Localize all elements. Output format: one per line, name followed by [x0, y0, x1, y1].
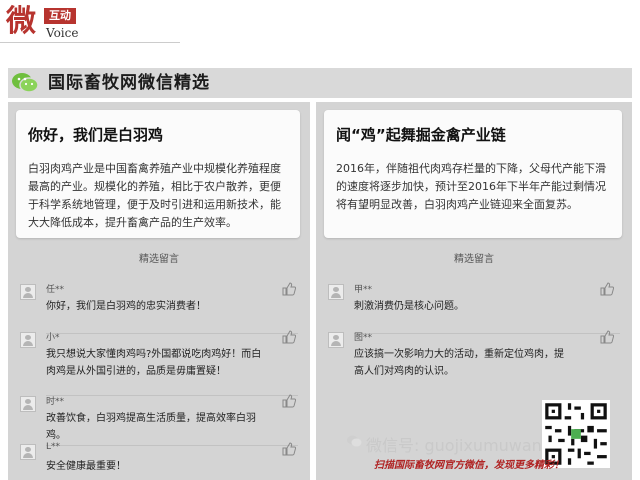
- wechat-small-icon: [347, 435, 362, 447]
- comment-author: 时**: [46, 397, 65, 407]
- comment-item: L** 安全健康最重要！: [8, 442, 310, 478]
- avatar: [20, 284, 36, 300]
- thumbs-up-icon[interactable]: [600, 330, 614, 344]
- comment-author: 甲**: [354, 285, 373, 295]
- article-body: 白羽肉鸡产业是中国畜禽养殖产业中规模化养殖程度最高的产业。规模化的养殖，相比于农…: [28, 162, 281, 229]
- wechat-id-text: 微信号: guojixumuwang: [366, 436, 552, 455]
- thumbs-up-icon[interactable]: [282, 330, 296, 344]
- left-article-panel: 你好，我们是白羽鸡 白羽肉鸡产业是中国畜禽养殖产业中规模化养殖程度最高的产业。规…: [8, 102, 310, 480]
- article-title: 你好，我们是白羽鸡: [28, 126, 164, 144]
- brand-char: 微: [6, 4, 36, 39]
- comment-text: 我只想说大家懂肉鸡吗?外国都说吃肉鸡好！而白肉鸡是从外国引进的，品质是毋庸置疑！: [46, 349, 262, 377]
- comment-author: 任**: [46, 285, 65, 295]
- comment-author: 小*: [46, 333, 60, 343]
- comment-author: 图**: [354, 333, 373, 343]
- section-banner: 国际畜牧网微信精选: [8, 68, 632, 98]
- comment-item: 小* 我只想说大家懂肉鸡吗?外国都说吃肉鸡好！而白肉鸡是从外国引进的，品质是毋庸…: [8, 330, 310, 400]
- comments-header: 精选留言: [454, 254, 494, 265]
- comment-text: 改善饮食，白羽鸡提高生活质量，提高效率白羽鸡。: [46, 413, 256, 441]
- wechat-icon: [12, 73, 39, 93]
- avatar: [20, 396, 36, 412]
- thumbs-up-icon[interactable]: [282, 394, 296, 408]
- thumbs-up-icon[interactable]: [600, 282, 614, 296]
- brand-voice: Voice: [46, 26, 79, 40]
- comment-text: 安全健康最重要！: [46, 461, 126, 472]
- avatar: [328, 332, 344, 348]
- wechat-id-label: 微信号: guojixumuwang: [346, 432, 552, 456]
- comment-text: 应该搞一次影响力大的活动，重新定位鸡肉，提高人们对鸡肉的认识。: [354, 349, 564, 377]
- comments-header: 精选留言: [139, 254, 179, 265]
- avatar: [20, 444, 36, 460]
- article-body: 2016年，伴随祖代肉鸡存栏量的下降，父母代产能下滑的速度将逐步加快，预计至20…: [336, 162, 606, 211]
- thumbs-up-icon[interactable]: [282, 282, 296, 296]
- article-card[interactable]: 闻“鸡”起舞掘金禽产业链 2016年，伴随祖代肉鸡存栏量的下降，父母代产能下滑的…: [324, 110, 622, 238]
- scan-promo-text: 扫描国际畜牧网官方微信，发现更多精彩！: [374, 460, 564, 471]
- comment-author: L**: [46, 442, 61, 452]
- thumbs-up-icon[interactable]: [282, 442, 296, 456]
- brand-tag: 互动: [44, 8, 76, 24]
- avatar: [20, 332, 36, 348]
- article-card[interactable]: 你好，我们是白羽鸡 白羽肉鸡产业是中国畜禽养殖产业中规模化养殖程度最高的产业。规…: [16, 110, 300, 238]
- brand-divider: [0, 42, 180, 43]
- article-title: 闻“鸡”起舞掘金禽产业链: [336, 126, 506, 144]
- comment-text: 刺激消费仍是核心问题。: [354, 301, 464, 312]
- comment-item: 图** 应该搞一次影响力大的活动，重新定位鸡肉，提高人们对鸡肉的认识。: [316, 330, 632, 394]
- avatar: [328, 284, 344, 300]
- banner-title: 国际畜牧网微信精选: [48, 73, 210, 93]
- comment-text: 你好，我们是白羽鸡的忠实消费者！: [46, 301, 206, 312]
